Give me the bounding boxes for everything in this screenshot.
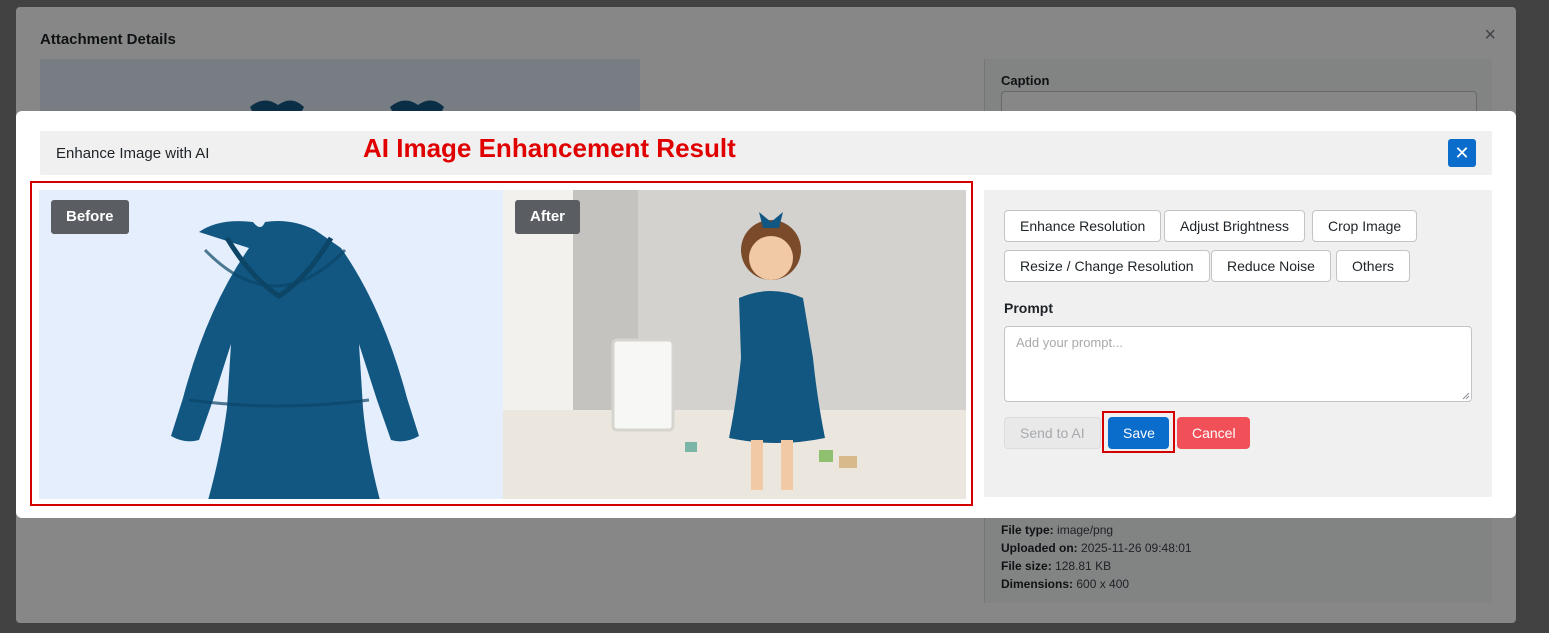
option-enhance-resolution[interactable]: Enhance Resolution — [1004, 210, 1162, 242]
option-resize-change-resolution[interactable]: Resize / Change Resolution — [1004, 250, 1210, 282]
comparison-highlight-box: Before After — [30, 181, 973, 506]
close-icon[interactable]: ✕ — [1448, 139, 1476, 167]
resize-handle-icon[interactable] — [1460, 390, 1470, 400]
option-adjust-brightness[interactable]: Adjust Brightness — [1164, 210, 1305, 242]
before-label: Before — [51, 200, 129, 234]
option-crop-image[interactable]: Crop Image — [1312, 210, 1418, 242]
cancel-button[interactable]: Cancel — [1177, 417, 1250, 449]
enhance-modal-header: Enhance Image with AI ✕ — [40, 131, 1492, 175]
save-button[interactable]: Save — [1108, 417, 1169, 449]
prompt-input[interactable] — [1004, 326, 1472, 402]
enhancement-controls: Enhance Resolution Adjust Brightness Cro… — [984, 190, 1492, 497]
after-image-panel: After — [503, 190, 966, 499]
enhance-modal-title: Enhance Image with AI — [56, 145, 210, 162]
before-image-panel: Before — [39, 190, 503, 499]
prompt-label: Prompt — [1004, 300, 1053, 316]
dress-product-image — [171, 221, 419, 499]
enhanced-photo-image — [503, 190, 966, 499]
option-reduce-noise[interactable]: Reduce Noise — [1211, 250, 1331, 282]
enhance-image-modal: Enhance Image with AI ✕ AI Image Enhance… — [16, 111, 1516, 518]
option-others[interactable]: Others — [1336, 250, 1411, 282]
after-label: After — [515, 200, 581, 234]
annotation-heading: AI Image Enhancement Result — [363, 133, 736, 163]
send-to-ai-button[interactable]: Send to AI — [1004, 417, 1101, 449]
